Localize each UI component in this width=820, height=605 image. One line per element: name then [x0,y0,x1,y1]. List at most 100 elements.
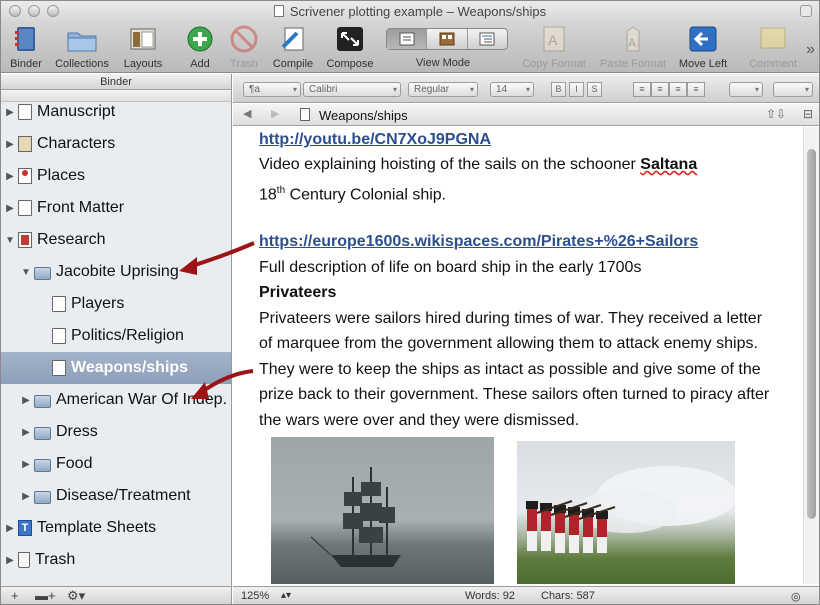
binder-icon [15,27,35,51]
disclosure-triangle-icon[interactable]: ▶ [21,395,31,406]
font-family-select[interactable]: Calibri ▾ [303,82,401,97]
collections-icon [67,32,97,52]
compose-toolbar-button[interactable]: Compose [323,25,377,70]
toolbar-overflow-chevron-icon[interactable]: » [806,41,815,59]
view-mode-corkboard[interactable] [427,29,468,49]
binder-item-dress[interactable]: ▶ Dress [1,416,231,448]
text-color-select[interactable]: ▾ [729,82,763,97]
disclosure-triangle-icon[interactable]: ▶ [5,523,15,534]
view-mode-segmented-control[interactable] [386,28,508,50]
ship-in-fog-image [271,437,494,584]
add-toolbar-button[interactable]: Add [181,25,219,70]
underline-button[interactable]: S [587,82,602,97]
binder-toolbar-button[interactable]: Binder [7,25,45,70]
body-line: They were to keep the ships as intact as… [259,361,761,378]
disclosure-triangle-icon[interactable]: ▶ [21,459,31,470]
up-down-arrows-icon[interactable]: ⇧⇩ [766,107,786,121]
font-size-select[interactable]: 14 ▾ [490,82,534,97]
disclosure-triangle-open-icon[interactable]: ▼ [21,267,31,278]
binder-item-front-matter[interactable]: ▶ Front Matter [1,192,231,224]
folder-icon [34,266,51,280]
folder-icon [34,458,51,472]
move-left-toolbar-button[interactable]: Move Left [675,25,731,70]
italic-button[interactable]: I [569,82,584,97]
trash-icon [230,25,258,53]
view-mode-document[interactable] [387,29,428,49]
collections-toolbar-button[interactable]: Collections [51,25,113,70]
disclosure-triangle-icon[interactable]: ▶ [21,427,31,438]
text-line: 18th Century Colonial ship. [259,185,447,204]
disclosure-triangle-icon[interactable]: ▶ [21,491,31,502]
window-title: Scrivener plotting example – Weapons/shi… [1,4,819,19]
folder-icon [34,490,51,504]
comment-toolbar-button[interactable]: Comment [743,25,803,70]
editor-text-area[interactable]: http://youtu.be/CN7XoJ9PGNA Video explai… [233,127,803,584]
binder-item-places[interactable]: ▶ Places [1,160,231,192]
disclosure-triangle-icon[interactable]: ▶ [5,203,15,214]
char-count: Chars: 587 [541,590,595,602]
compile-toolbar-button[interactable]: Compile [269,25,317,70]
binder-item-weapons-ships[interactable]: Weapons/ships [1,352,231,384]
word-count: Words: 92 [465,590,515,602]
binder-item-food[interactable]: ▶ Food [1,448,231,480]
ship-silhouette [310,467,401,567]
font-weight-select[interactable]: Regular ▾ [408,82,478,97]
editor-footer: 125% ▴▾ Words: 92 Chars: 587 ◎ [233,586,819,604]
trash-toolbar-button[interactable]: Trash [226,25,262,70]
binder-item-players[interactable]: Players [1,288,231,320]
binder-item-jacobite-uprising[interactable]: ▼ Jacobite Uprising [1,256,231,288]
wikispaces-link[interactable]: https://europe1600s.wikispaces.com/Pirat… [259,229,698,255]
target-icon[interactable]: ◎ [791,590,801,603]
paste-format-toolbar-button[interactable]: A Paste Format [596,25,670,70]
scrollbar-thumb[interactable] [807,149,816,519]
document-view-icon [399,32,415,46]
body-line: of marquee from the government allowing … [259,335,758,352]
back-arrow-icon[interactable]: ◀ [243,107,251,120]
zoom-level[interactable]: 125% [241,590,269,602]
binder-item-disease-treatment[interactable]: ▶ Disease/Treatment [1,480,231,512]
folder-icon [34,394,51,408]
bold-button[interactable]: B [551,82,566,97]
zoom-stepper-icon[interactable]: ▴▾ [281,590,291,601]
disclosure-triangle-icon[interactable]: ▶ [5,555,15,566]
binder-item-research[interactable]: ▼ Research [1,224,231,256]
gear-icon[interactable]: ⚙▾ [67,588,85,604]
disclosure-triangle-open-icon[interactable]: ▼ [5,235,15,246]
template-icon: T [18,520,32,536]
split-editor-icon[interactable]: ⊟ [803,107,813,121]
redcoats-musket-volley-image [517,441,735,584]
add-folder-icon[interactable]: ▬+ [35,588,56,603]
align-left-icon[interactable]: ≡ [633,82,651,97]
forward-arrow-icon[interactable]: ▶ [271,107,279,120]
copy-format-toolbar-button[interactable]: A Copy Format [518,25,590,70]
corkboard-icon [439,32,455,46]
paste-format-icon: A [626,26,640,52]
disclosure-triangle-icon[interactable]: ▶ [5,107,15,118]
align-center-icon[interactable]: ≡ [651,82,669,97]
svg-text:A: A [548,32,558,48]
paragraph-style-select[interactable]: ¶a ▾ [243,82,301,97]
align-right-icon[interactable]: ≡ [669,82,687,97]
disclosure-triangle-icon[interactable]: ▶ [5,139,15,150]
copy-format-icon: A [543,26,565,52]
places-icon [18,168,32,184]
highlight-select[interactable]: ▾ [773,82,813,97]
add-item-icon[interactable]: + [11,588,19,603]
binder-header: Binder [1,74,231,90]
toolbar-toggle-button[interactable] [800,5,812,17]
youtube-link[interactable]: http://youtu.be/CN7XoJ9PGNA [259,127,491,153]
editor-scrollbar[interactable] [803,127,819,584]
binder-item-american-war[interactable]: ▶ American War Of Indep. [1,384,231,416]
binder-item-characters[interactable]: ▶ Characters [1,128,231,160]
redcoat-soldiers [526,466,735,553]
binder-item-manuscript[interactable]: ▶ Manuscript [1,96,231,128]
add-icon [187,26,213,52]
align-justify-icon[interactable]: ≡ [687,82,705,97]
view-mode-outliner[interactable] [468,29,507,49]
disclosure-triangle-icon[interactable]: ▶ [5,171,15,182]
binder-item-trash[interactable]: ▶ Trash [1,544,231,576]
binder-item-template-sheets[interactable]: ▶ T Template Sheets [1,512,231,544]
body-line: prize back to their government. These sa… [259,386,770,403]
layouts-toolbar-button[interactable]: Layouts [119,25,167,70]
binder-item-politics-religion[interactable]: Politics/Religion [1,320,231,352]
